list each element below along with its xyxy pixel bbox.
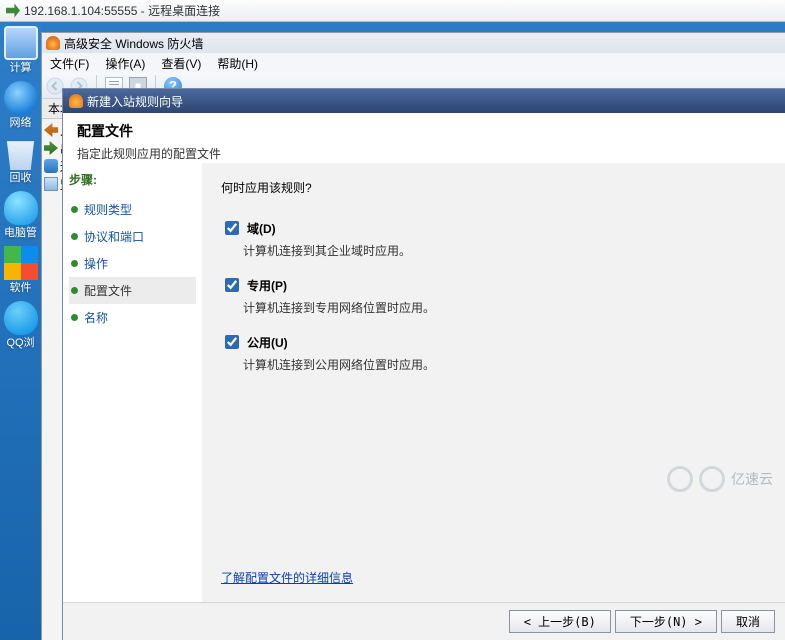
wizard-footer: < 上一步(B) 下一步(N) > 取消 (63, 602, 785, 640)
steps-title: 步骤: (69, 171, 196, 188)
desktop-app-label: 软件 (0, 282, 41, 295)
wizard-header-title: 配置文件 (77, 121, 771, 141)
desktop-app-icon[interactable] (4, 26, 38, 60)
link-icon (44, 159, 58, 173)
desktop-app-icon[interactable] (4, 81, 38, 115)
back-button[interactable]: < 上一步(B) (509, 610, 611, 633)
mon-icon (44, 177, 58, 191)
profile-option-text: 公用(U) (247, 334, 288, 351)
wizard-step-profile[interactable]: 配置文件 (69, 277, 196, 304)
firewall-icon (46, 36, 60, 50)
profile-checkbox[interactable] (225, 335, 239, 349)
steps-list: 规则类型协议和端口操作配置文件名称 (69, 196, 196, 331)
wizard-body: 步骤: 规则类型协议和端口操作配置文件名称 何时应用该规则? 域(D) 计算机连接… (63, 163, 785, 602)
wizard-content: 何时应用该规则? 域(D) 计算机连接到其企业域时应用。专用(P) 计算机连接到专用… (203, 163, 785, 602)
profile-checkbox[interactable] (225, 278, 239, 292)
desktop-area: 计算网络回收电脑管软件 QQ浏 (0, 22, 41, 640)
profile-option-text: 域(D) (247, 220, 276, 237)
profile-option-label[interactable]: 专用(P) (221, 275, 287, 295)
desktop-app-label: QQ浏 (0, 337, 41, 350)
profile-option-text: 专用(P) (247, 277, 287, 294)
desktop-app-label: 计算 (0, 62, 41, 75)
profile-option-desc: 计算机连接到专用网络位置时应用。 (243, 299, 767, 316)
cancel-button[interactable]: 取消 (721, 610, 775, 633)
desktop-app-icon[interactable] (4, 246, 38, 280)
in-icon (44, 123, 58, 137)
rdp-titlebar: 192.168.1.104:55555 - 远程桌面连接 (0, 0, 785, 22)
wizard-icon (69, 94, 83, 108)
profile-option-desc: 计算机连接到其企业域时应用。 (243, 242, 767, 259)
profile-option-desc: 计算机连接到公用网络位置时应用。 (243, 356, 767, 373)
rdp-title-text: 192.168.1.104:55555 - 远程桌面连接 (24, 2, 220, 19)
firewall-title-text: 高级安全 Windows 防火墙 (64, 35, 203, 52)
wizard-step-protocol[interactable]: 协议和端口 (69, 223, 196, 250)
desktop-app-icon[interactable] (4, 191, 38, 225)
wizard-step-name[interactable]: 名称 (69, 304, 196, 331)
wizard-question: 何时应用该规则? (221, 179, 767, 196)
profile-option: 域(D) 计算机连接到其企业域时应用。 (221, 218, 767, 259)
menu-file[interactable]: 文件(F) (50, 55, 89, 72)
next-button[interactable]: 下一步(N) > (615, 610, 717, 633)
desktop-app-label: 回收 (0, 172, 41, 185)
learn-more-link[interactable]: 了解配置文件的详细信息 (221, 569, 353, 586)
rdp-icon (6, 4, 20, 18)
wizard-step-action[interactable]: 操作 (69, 250, 196, 277)
profile-option-label[interactable]: 域(D) (221, 218, 276, 238)
desktop-app-icon[interactable] (4, 301, 38, 335)
firewall-titlebar: 高级安全 Windows 防火墙 (42, 33, 785, 53)
wizard-dialog: 新建入站规则向导 配置文件 指定此规则应用的配置文件 步骤: 规则类型协议和端口… (62, 88, 785, 640)
menu-view[interactable]: 查看(V) (161, 55, 201, 72)
desktop-app-label: 网络 (0, 117, 41, 130)
wizard-step-rule-type[interactable]: 规则类型 (69, 196, 196, 223)
menu-help[interactable]: 帮助(H) (217, 55, 258, 72)
wizard-header-subtitle: 指定此规则应用的配置文件 (77, 145, 771, 162)
profile-option: 公用(U) 计算机连接到公用网络位置时应用。 (221, 332, 767, 373)
menubar: 文件(F) 操作(A) 查看(V) 帮助(H) (42, 53, 785, 73)
out-icon (44, 141, 58, 155)
desktop-app-label: 电脑管 (0, 227, 41, 240)
profile-option: 专用(P) 计算机连接到专用网络位置时应用。 (221, 275, 767, 316)
desktop-app-icon[interactable] (4, 136, 38, 170)
wizard-titlebar: 新建入站规则向导 (63, 89, 785, 113)
profile-option-label[interactable]: 公用(U) (221, 332, 288, 352)
menu-action[interactable]: 操作(A) (105, 55, 145, 72)
wizard-steps-pane: 步骤: 规则类型协议和端口操作配置文件名称 (63, 163, 203, 602)
wizard-title-text: 新建入站规则向导 (87, 93, 183, 110)
profile-checkbox[interactable] (225, 221, 239, 235)
